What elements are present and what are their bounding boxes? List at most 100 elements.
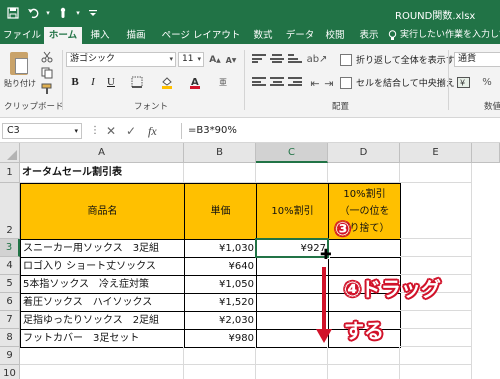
cell-e1[interactable] <box>400 163 472 183</box>
item-price[interactable]: ¥1,050 <box>184 275 257 294</box>
percent-icon[interactable]: % <box>480 75 494 89</box>
align-center-icon[interactable] <box>270 77 284 89</box>
column-header-d[interactable]: D <box>328 143 400 163</box>
select-all-button[interactable] <box>0 143 20 163</box>
shrink-font-icon[interactable]: A ▼ <box>224 53 238 67</box>
row-header-8[interactable]: 8 <box>0 329 20 347</box>
item-name[interactable]: 着圧ソックス ハイソックス <box>20 293 185 312</box>
cell-a10[interactable] <box>20 365 184 379</box>
paste-button[interactable]: 貼り付け <box>4 48 36 92</box>
sheet-title[interactable]: オータムセール割引表 <box>20 163 184 183</box>
tab-file[interactable]: ファイル <box>0 27 44 44</box>
cut-icon[interactable] <box>40 50 54 64</box>
phonetic-icon[interactable]: 亜 <box>216 75 230 89</box>
item-price[interactable]: ¥640 <box>184 257 257 276</box>
undo-icon[interactable] <box>24 3 42 23</box>
fill-color-icon[interactable] <box>160 75 174 89</box>
align-left-icon[interactable] <box>252 77 266 89</box>
decrease-indent-icon[interactable]: ⇤ <box>308 76 322 90</box>
number-format-select[interactable]: 通貨 <box>454 52 500 67</box>
undo-dropdown-icon[interactable]: ▾ <box>44 3 52 23</box>
row-header-4[interactable]: 4 <box>0 257 20 275</box>
item-discount[interactable] <box>256 275 329 294</box>
font-color-icon[interactable]: A <box>188 75 202 89</box>
borders-icon[interactable] <box>130 75 144 89</box>
tell-me-search[interactable]: 実行したい作業を入力してく <box>388 27 500 44</box>
cell-c10[interactable] <box>256 365 328 379</box>
grow-font-icon[interactable]: A ▲ <box>208 53 222 67</box>
item-price[interactable]: ¥2,030 <box>184 311 257 330</box>
cell-d10[interactable] <box>328 365 400 379</box>
row-header-3[interactable]: 3 <box>0 239 20 257</box>
touch-mode-icon[interactable] <box>54 3 72 23</box>
item-name[interactable]: ロゴ入り ショート丈ソックス <box>20 257 185 276</box>
cell-b9[interactable] <box>184 347 256 365</box>
item-price[interactable]: ¥980 <box>184 329 257 348</box>
align-bottom-icon[interactable] <box>288 54 302 66</box>
touch-dropdown-icon[interactable]: ▾ <box>74 3 82 23</box>
row-header-7[interactable]: 7 <box>0 311 20 329</box>
row-header-10[interactable]: 10 <box>0 365 20 379</box>
cell-c9[interactable] <box>256 347 328 365</box>
align-middle-icon[interactable] <box>270 54 284 66</box>
underline-button[interactable]: U <box>104 74 118 90</box>
cell-e10[interactable] <box>400 365 472 379</box>
tab-draw[interactable]: 描画 <box>118 27 154 44</box>
row-header-1[interactable]: 1 <box>0 163 20 183</box>
column-header-a[interactable]: A <box>20 143 184 163</box>
cell-e9[interactable] <box>400 347 472 365</box>
row-header-2[interactable]: 2 <box>0 183 20 239</box>
format-painter-icon[interactable] <box>40 82 54 96</box>
tab-review[interactable]: 校閲 <box>320 27 350 44</box>
row-header-6[interactable]: 6 <box>0 293 20 311</box>
item-name[interactable]: 足指ゆったりソックス 2足組 <box>20 311 185 330</box>
cell-c1[interactable] <box>256 163 328 183</box>
header-product[interactable]: 商品名 <box>20 183 185 240</box>
header-price[interactable]: 単価 <box>184 183 257 240</box>
column-header-f[interactable] <box>472 143 500 163</box>
font-size-select[interactable]: 11 ▾ <box>178 52 204 67</box>
cell-b10[interactable] <box>184 365 256 379</box>
wrap-text-button[interactable]: 折り返して全体を表示する <box>340 53 464 66</box>
orientation-icon[interactable]: ab↗ <box>307 52 328 66</box>
cell-d1[interactable] <box>328 163 400 183</box>
insert-function-icon[interactable]: fx <box>148 123 157 139</box>
align-top-icon[interactable] <box>252 54 266 66</box>
tab-data[interactable]: データ <box>282 27 318 44</box>
tab-insert[interactable]: 挿入 <box>84 27 116 44</box>
item-name[interactable]: スニーカー用ソックス 3足組 <box>20 239 185 258</box>
font-name-select[interactable]: 游ゴシック ▾ <box>66 52 176 67</box>
enter-icon[interactable]: ✓ <box>126 123 136 139</box>
accounting-format-icon[interactable]: ¥ <box>456 75 470 89</box>
customize-qat-icon[interactable] <box>84 3 102 23</box>
increase-indent-icon[interactable]: ⇥ <box>322 76 336 90</box>
column-header-e[interactable]: E <box>400 143 472 163</box>
cell-e8[interactable] <box>400 329 472 347</box>
tab-view[interactable]: 表示 <box>354 27 384 44</box>
column-header-c[interactable]: C <box>256 143 328 163</box>
name-box[interactable]: C3 ▾ <box>2 123 82 139</box>
item-discount[interactable] <box>256 293 329 312</box>
column-header-b[interactable]: B <box>184 143 256 163</box>
tab-page-layout[interactable]: ページ レイアウト <box>158 27 244 44</box>
item-discount[interactable] <box>256 311 329 330</box>
cell-e2[interactable] <box>400 183 472 239</box>
cell-e7[interactable] <box>400 311 472 329</box>
item-name[interactable]: フットカバー 3足セット <box>20 329 185 348</box>
row-header-5[interactable]: 5 <box>0 275 20 293</box>
item-discount-round[interactable] <box>328 239 401 258</box>
cell-e3[interactable] <box>400 239 472 257</box>
cell-d9[interactable] <box>328 347 400 365</box>
cell-b1[interactable] <box>184 163 256 183</box>
item-name[interactable]: 5本指ソックス 冷え症対策 <box>20 275 185 294</box>
item-discount[interactable] <box>256 257 329 276</box>
item-price[interactable]: ¥1,030 <box>184 239 257 258</box>
item-price[interactable]: ¥1,520 <box>184 293 257 312</box>
cell-a9[interactable] <box>20 347 184 365</box>
worksheet-grid[interactable]: A B C D E 1 2 3 4 5 6 7 8 9 10 オータムセール割引… <box>0 143 500 379</box>
bold-button[interactable]: B <box>68 74 82 90</box>
tab-formulas[interactable]: 数式 <box>248 27 278 44</box>
row-header-9[interactable]: 9 <box>0 347 20 365</box>
header-discount[interactable]: 10%割引 <box>256 183 329 240</box>
merge-center-button[interactable]: セルを結合して中央揃え ▾ <box>340 76 462 89</box>
